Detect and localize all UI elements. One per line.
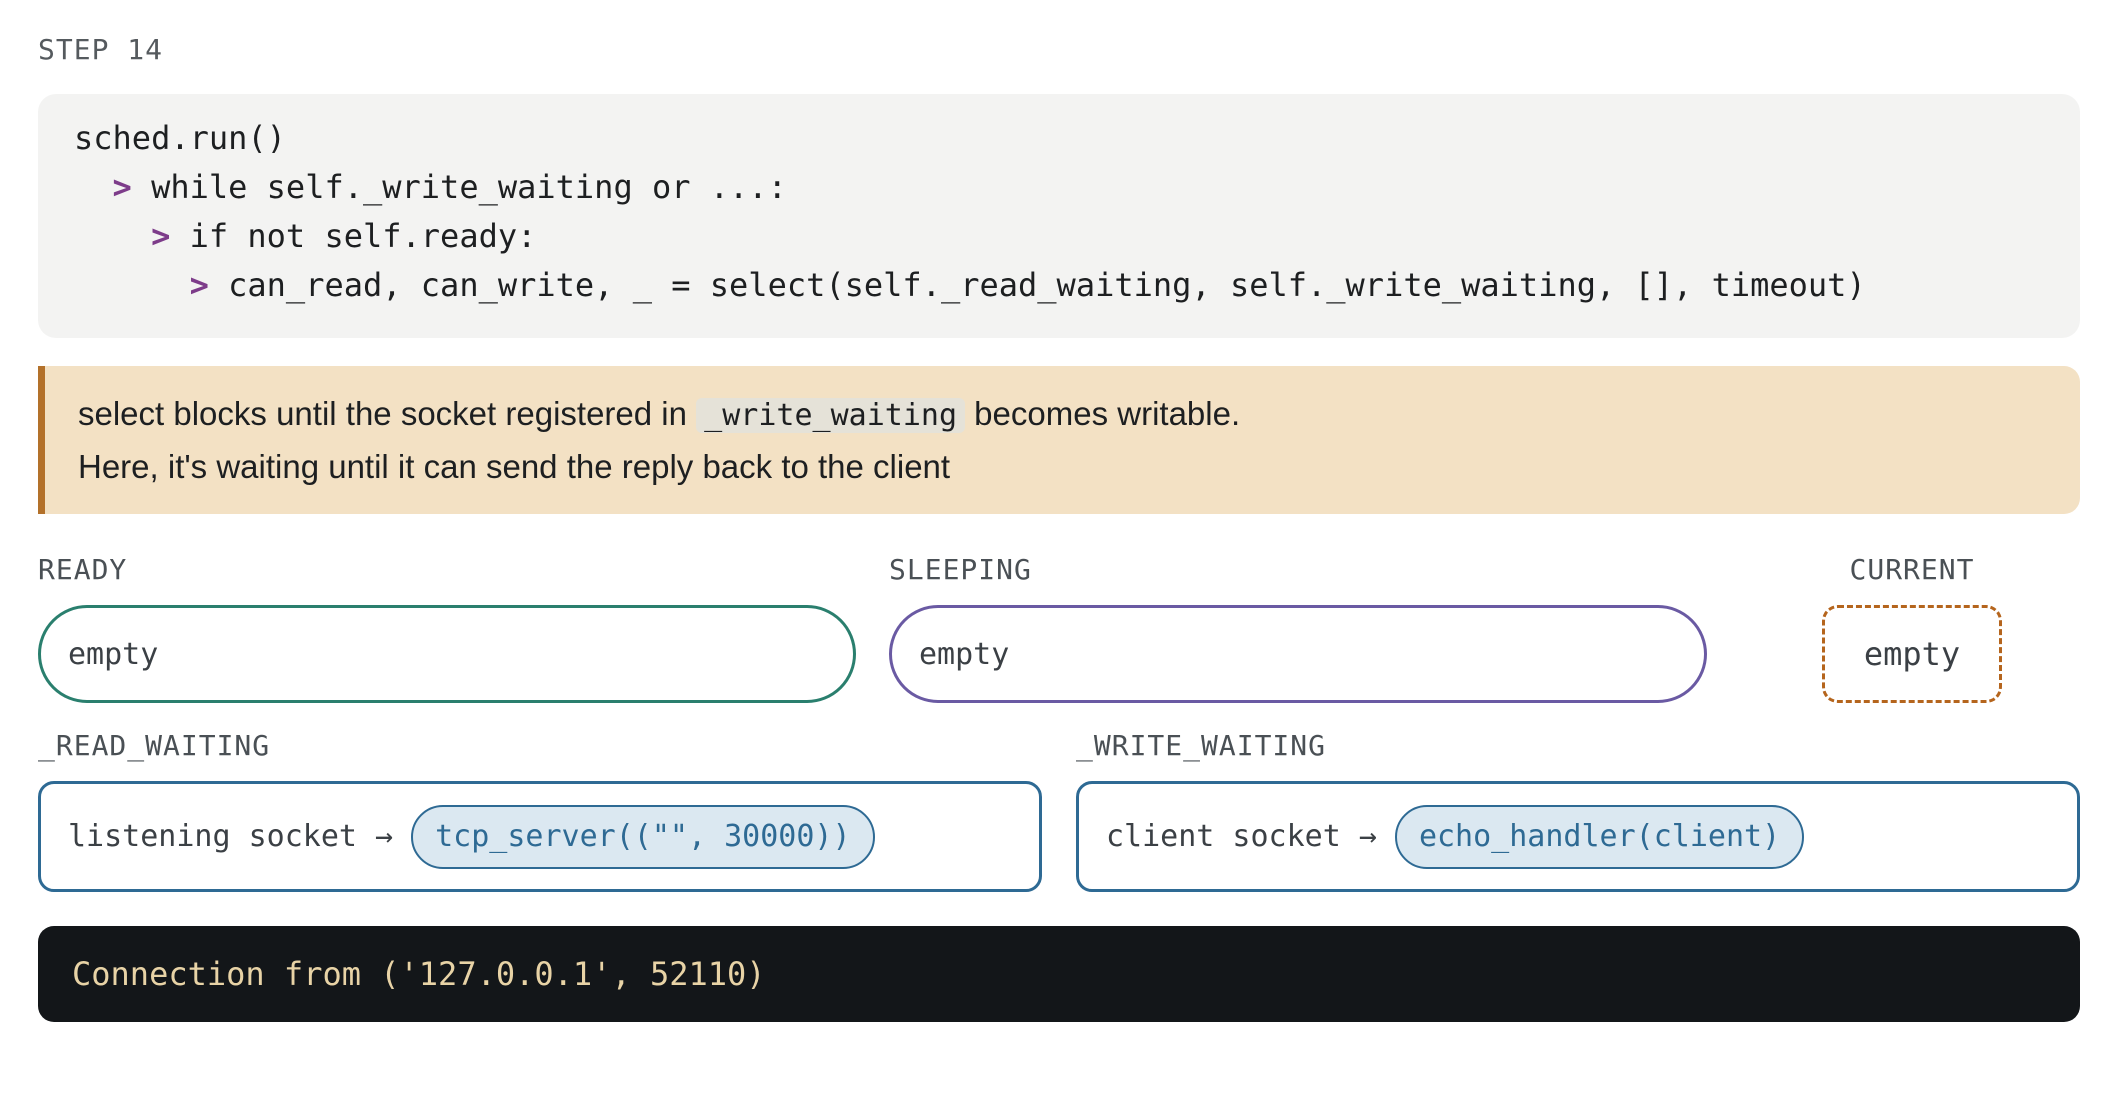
- code-arrow-icon: >: [189, 266, 209, 304]
- sleeping-label: SLEEPING: [889, 553, 1032, 586]
- code-text: can_read, can_write, _ = select(self._re…: [208, 266, 1866, 304]
- step-label: STEP 14: [38, 33, 164, 66]
- ready-label: READY: [38, 553, 128, 586]
- queues-row: READY empty SLEEPING empty CURRENT empty: [38, 550, 2080, 710]
- current-box: empty: [1822, 605, 2002, 703]
- explanation-note: select blocks until the socket registere…: [38, 366, 2080, 514]
- code-line: > while self._write_waiting or ...:: [74, 163, 2044, 212]
- read-waiting: _READ_WAITING listening socket → tcp_ser…: [38, 726, 1042, 892]
- terminal-output: Connection from ('127.0.0.1', 52110): [38, 926, 2080, 1022]
- scheduler-visualization: STEP 14 sched.run() > while self._write_…: [38, 30, 2080, 1022]
- code-panel: sched.run() > while self._write_waiting …: [38, 94, 2080, 338]
- code-line: > if not self.ready:: [74, 212, 2044, 261]
- current-label: CURRENT: [1849, 553, 1975, 586]
- sleeping-value: empty: [919, 636, 1010, 672]
- code-text: if not self.ready:: [170, 217, 537, 255]
- code-line: sched.run(): [74, 114, 2044, 163]
- read-waiting-entry-label: listening socket →: [68, 819, 394, 854]
- code-arrow-icon: >: [112, 168, 132, 206]
- ready-queue: READY empty: [38, 550, 856, 703]
- read-waiting-label: _READ_WAITING: [38, 729, 271, 762]
- current-task: CURRENT empty: [1822, 550, 2002, 703]
- code-line: > can_read, can_write, _ = select(self._…: [74, 261, 2044, 310]
- current-value: empty: [1863, 635, 1961, 673]
- write-waiting: _WRITE_WAITING client socket → echo_hand…: [1076, 726, 2080, 892]
- ready-value: empty: [68, 636, 159, 672]
- ready-box: empty: [38, 605, 856, 703]
- read-waiting-task-chip: tcp_server(("", 30000)): [411, 804, 875, 869]
- sleeping-queue: SLEEPING empty: [889, 550, 1707, 703]
- inline-code: _write_waiting: [696, 398, 966, 433]
- read-waiting-box: listening socket → tcp_server(("", 30000…: [38, 781, 1042, 892]
- write-waiting-box: client socket → echo_handler(client): [1076, 781, 2080, 892]
- write-waiting-entry-label: client socket →: [1106, 819, 1377, 854]
- write-waiting-task-chip: echo_handler(client): [1394, 804, 1805, 869]
- code-arrow-icon: >: [151, 217, 171, 255]
- code-text: sched.run(): [74, 119, 286, 157]
- code-text: while self._write_waiting or ...:: [131, 168, 787, 206]
- terminal-text: Connection from ('127.0.0.1', 52110): [72, 955, 766, 993]
- note-line-1: select blocks until the socket registere…: [78, 395, 1241, 433]
- write-waiting-label: _WRITE_WAITING: [1076, 729, 1327, 762]
- waiting-row: _READ_WAITING listening socket → tcp_ser…: [38, 726, 2080, 906]
- sleeping-box: empty: [889, 605, 1707, 703]
- note-line-2: Here, it's waiting until it can send the…: [78, 448, 951, 485]
